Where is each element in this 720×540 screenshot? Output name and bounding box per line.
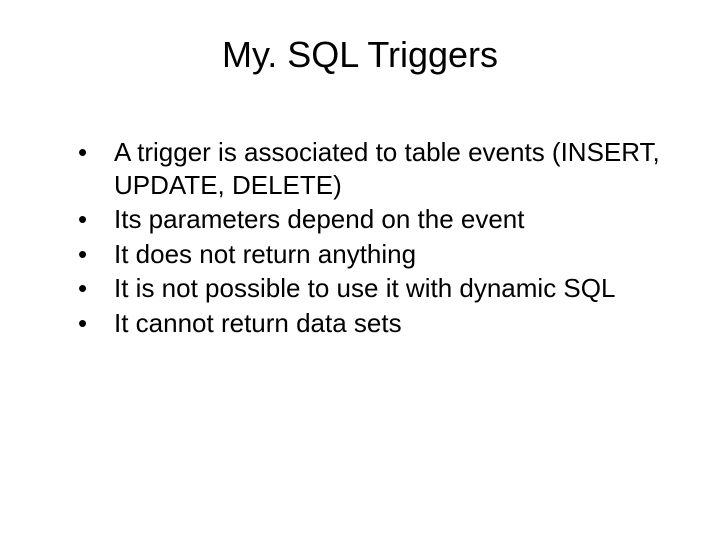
slide-title: My. SQL Triggers <box>60 34 660 76</box>
bullet-item: Its parameters depend on the event <box>78 203 660 236</box>
bullet-item: It does not return anything <box>78 238 660 271</box>
bullet-item: It is not possible to use it with dynami… <box>78 272 660 305</box>
bullet-item: A trigger is associated to table events … <box>78 136 660 201</box>
bullet-list: A trigger is associated to table events … <box>60 136 660 339</box>
bullet-item: It cannot return data sets <box>78 307 660 340</box>
